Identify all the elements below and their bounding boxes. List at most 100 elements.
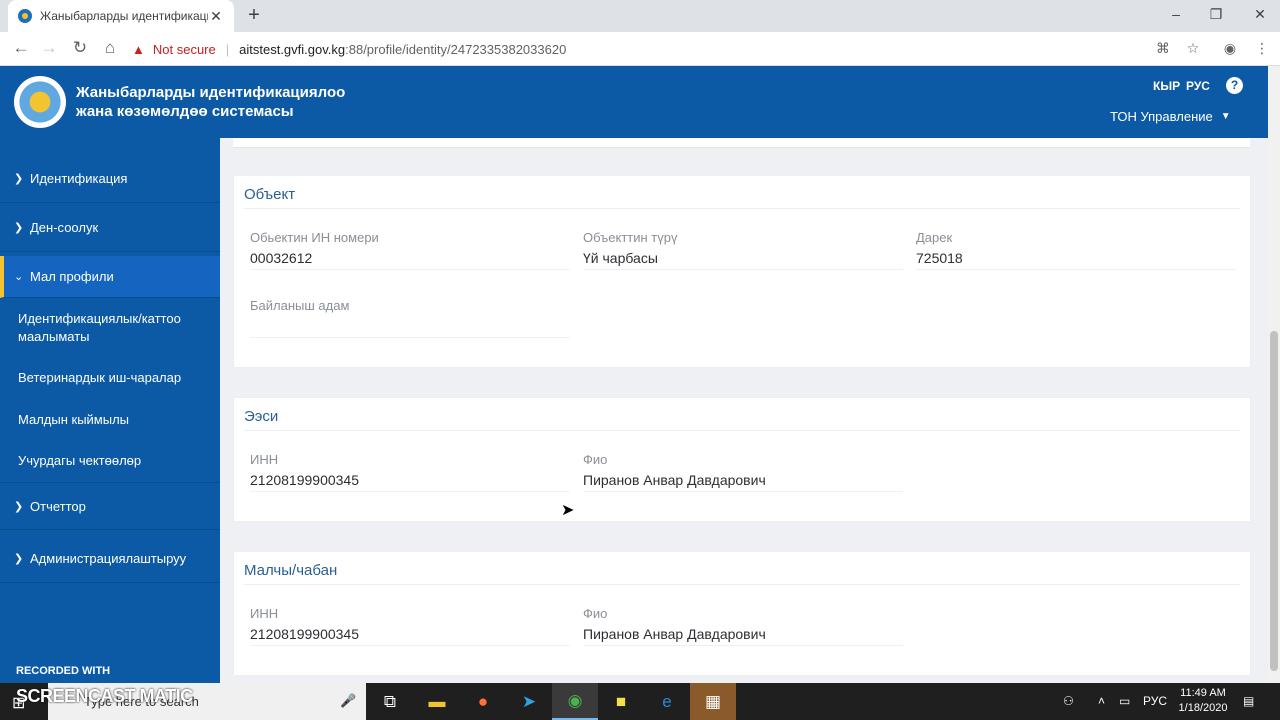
sidebar-item-label: Идентификация xyxy=(30,171,128,186)
field-value: Пиранов Анвар Давдарович xyxy=(583,470,903,492)
sidebar-item-administration[interactable]: ❯ Администрациялаштыруу xyxy=(0,535,220,583)
star-icon[interactable]: ☆ xyxy=(1184,40,1202,57)
chevron-right-icon: ❯ xyxy=(14,173,24,185)
object-id-field: Обьектин ИН номери 00032612 xyxy=(250,230,570,270)
field-label: Фио xyxy=(583,452,608,467)
field-label: Байланыш адам xyxy=(250,298,350,313)
back-icon[interactable]: ← xyxy=(10,38,32,58)
extension-icon[interactable]: ◉ xyxy=(1221,40,1239,57)
card-divider xyxy=(244,584,1240,585)
url-host: aitstest.gvfi.gov.kg xyxy=(239,41,346,57)
task-view-icon[interactable]: ⧉ xyxy=(367,683,413,720)
field-value: 725018 xyxy=(916,248,1236,270)
sidebar-subitem-registration[interactable]: Идентификациялык/каттоо маалыматы xyxy=(0,310,220,346)
notifications-icon[interactable]: ▤ xyxy=(1243,694,1254,708)
object-card: Объект Обьектин ИН номери 00032612 Объек… xyxy=(233,175,1251,368)
card-title: Ээси xyxy=(244,408,279,425)
object-type-field: Объекттин түрү Үй чарбасы xyxy=(583,230,903,270)
edge-icon[interactable]: e xyxy=(644,683,690,720)
help-icon[interactable]: ? xyxy=(1226,77,1243,94)
sidebar-item-label: Мал профили xyxy=(30,269,114,284)
app-title-line1: Жаныбарларды идентификациялоо xyxy=(76,84,346,101)
herder-fio-field: Фио Пиранов Анвар Давдарович xyxy=(583,606,903,646)
sidebar-subitem-vet-activities[interactable]: Ветеринардык иш-чаралар xyxy=(0,369,220,387)
chevron-right-icon: ❯ xyxy=(14,500,24,513)
taskbar-lang[interactable]: РУС xyxy=(1143,694,1167,708)
telegram-icon[interactable]: ➤ xyxy=(506,683,552,720)
field-label: ИНН xyxy=(250,606,279,621)
people-icon[interactable]: ⚇ xyxy=(1063,694,1074,708)
sidebar-item-identification[interactable]: ❯ Идентификация xyxy=(0,155,220,203)
page-scrollbar[interactable] xyxy=(1268,66,1280,683)
url-path: :88/profile/identity/2472335382033620 xyxy=(345,41,567,57)
app-header: Жаныбарларды идентификациялоо жана көзөм… xyxy=(0,66,1268,138)
emblem-logo-icon xyxy=(14,76,66,128)
contact-person-field: Байланыш адам xyxy=(250,298,570,338)
chrome-icon[interactable]: ◉ xyxy=(552,683,598,720)
lang-ru-link[interactable]: РУС xyxy=(1186,79,1210,93)
field-label: Дарек xyxy=(916,230,953,245)
card-divider xyxy=(244,208,1240,209)
main-content: Объект Обьектин ИН номери 00032612 Объек… xyxy=(220,138,1268,683)
menu-icon[interactable]: ⋮ xyxy=(1253,40,1271,57)
address-bar[interactable]: ▲ Not secure | aitstest.gvfi.gov.kg:88/p… xyxy=(132,37,1212,61)
sidebar-item-label: Ден-соолук xyxy=(30,220,99,235)
reload-icon[interactable]: ↻ xyxy=(69,38,91,58)
sidebar-subitem-restrictions[interactable]: Учурдагы чектөөлөр xyxy=(0,452,220,470)
screencast-watermark: SCREENCAST MATIC xyxy=(16,686,193,706)
field-label: Обьектин ИН номери xyxy=(250,230,379,245)
screen-recorder-icon[interactable]: ▦ xyxy=(690,683,736,720)
field-value: Пиранов Анвар Давдарович xyxy=(583,624,903,646)
field-label: ИНН xyxy=(250,452,279,467)
field-value xyxy=(250,316,570,338)
sidebar-subitem-movement[interactable]: Малдын кыймылы xyxy=(0,411,220,429)
omnibox-divider: | xyxy=(225,41,230,57)
firefox-icon[interactable]: ● xyxy=(460,683,506,720)
scrollbar-thumb[interactable] xyxy=(1270,331,1278,671)
chevron-down-icon: ⌄ xyxy=(14,271,24,283)
chevron-right-icon: ❯ xyxy=(14,222,24,234)
security-label[interactable]: Not secure xyxy=(153,42,216,57)
warning-icon: ▲ xyxy=(132,41,145,57)
owner-card: Ээси ИНН 21208199900345 Фио Пиранов Анва… xyxy=(233,397,1251,522)
clock-time: 11:49 AM xyxy=(1180,687,1226,699)
field-value: 21208199900345 xyxy=(250,624,570,646)
browser-toolbar: ← → ↻ ⌂ ▲ Not secure | aitstest.gvfi.gov… xyxy=(0,32,1280,66)
file-explorer-icon[interactable]: ▬ xyxy=(414,683,460,720)
browser-tab-strip: Жаныбарларды идентификациялоо ✕ + – ❐ ✕ xyxy=(0,0,1280,32)
microphone-icon[interactable]: 🎤 xyxy=(340,693,356,709)
lang-ky-link[interactable]: КЫР xyxy=(1153,79,1180,93)
forward-icon[interactable]: → xyxy=(38,38,60,58)
taskbar-clock[interactable]: 11:49 AM 1/18/2020 xyxy=(1172,686,1234,716)
recorded-with-label: RECORDED WITH xyxy=(16,665,111,677)
clock-date: 1/18/2020 xyxy=(1178,702,1228,714)
caret-down-icon: ▼ xyxy=(1220,111,1231,122)
maximize-button[interactable]: ❐ xyxy=(1206,6,1226,23)
battery-icon[interactable]: ▭ xyxy=(1119,694,1130,708)
object-address-field: Дарек 725018 xyxy=(916,230,1236,270)
close-window-button[interactable]: ✕ xyxy=(1250,6,1270,23)
minimize-button[interactable]: – xyxy=(1166,6,1186,22)
owner-inn-field: ИНН 21208199900345 xyxy=(250,452,570,492)
field-value: Үй чарбасы xyxy=(583,248,903,270)
new-tab-button[interactable]: + xyxy=(244,4,264,27)
sidebar-item-animal-profile[interactable]: ⌄ Мал профили xyxy=(0,256,220,298)
chevron-right-icon: ❯ xyxy=(14,553,24,565)
sidebar-item-reports[interactable]: ❯ Отчеттор xyxy=(0,482,220,530)
sticky-notes-icon[interactable]: ■ xyxy=(598,683,644,720)
sidebar-item-label: Отчеттор xyxy=(30,498,86,514)
card-divider xyxy=(244,430,1240,431)
browser-tab[interactable]: Жаныбарларды идентификациялоо ✕ xyxy=(8,0,234,32)
chevron-up-icon[interactable]: ˄ xyxy=(1098,694,1105,708)
field-label: Фио xyxy=(583,606,608,621)
translate-icon[interactable]: ⌘ xyxy=(1154,40,1172,57)
user-menu[interactable]: ТОН Управление ▼ xyxy=(1110,109,1231,124)
app-title-line2: жана көзөмөлдөө системасы xyxy=(76,103,294,120)
field-value: 00032612 xyxy=(250,248,570,270)
user-name: ТОН Управление xyxy=(1110,109,1213,124)
tab-close-icon[interactable]: ✕ xyxy=(208,8,224,25)
app-title: Жаныбарларды идентификациялоо жана көзөм… xyxy=(76,83,345,121)
home-icon[interactable]: ⌂ xyxy=(99,38,121,58)
sidebar-item-health[interactable]: ❯ Ден-соолук xyxy=(0,204,220,252)
herder-card: Малчы/чабан ИНН 21208199900345 Фио Пиран… xyxy=(233,551,1251,676)
